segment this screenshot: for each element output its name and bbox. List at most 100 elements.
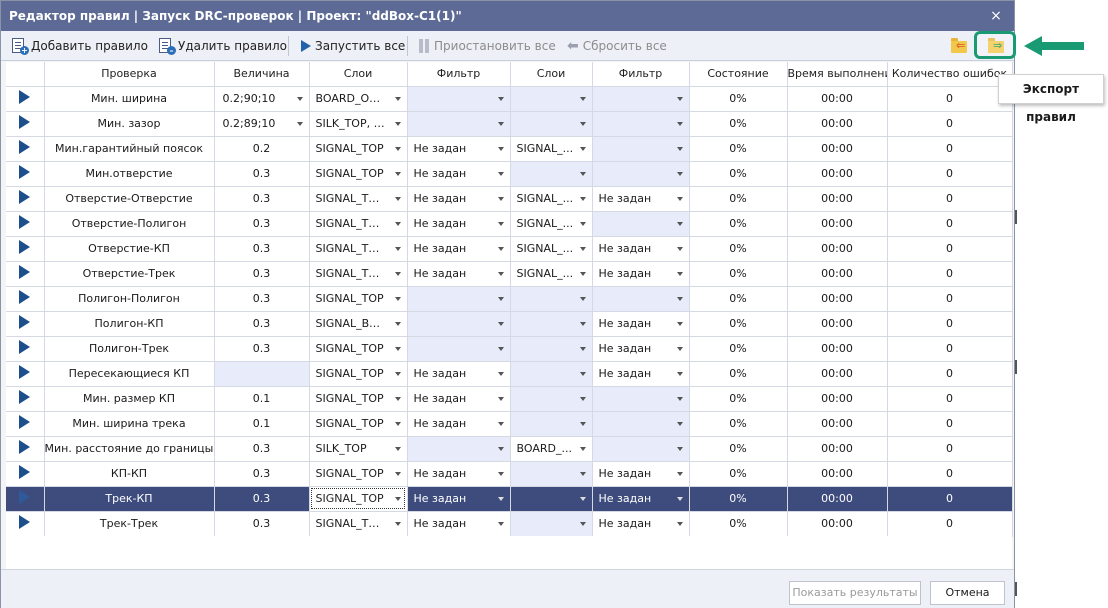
layers-dropdown[interactable]	[510, 286, 593, 312]
filter-dropdown[interactable]	[407, 86, 511, 112]
run-rule-cell[interactable]	[6, 186, 45, 212]
pause-all-button[interactable]: Приостановить все	[418, 36, 556, 56]
value-cell[interactable]: 0.3	[214, 511, 310, 537]
check-name-cell[interactable]: Пересекающиеся КП	[44, 361, 215, 387]
filter-dropdown[interactable]: Не задан	[407, 136, 511, 162]
value-cell[interactable]: 0.1	[214, 386, 310, 412]
chevron-down-icon[interactable]	[676, 471, 683, 476]
table-row[interactable]: Мин. ширина 0.2;90;10 BOARD_OUT... 0% 00:00 0	[6, 86, 1013, 112]
value-cell[interactable]: 0.3	[214, 161, 310, 187]
layers-dropdown[interactable]: SILK_TOP, S...	[309, 111, 408, 137]
chevron-down-icon[interactable]	[579, 171, 586, 176]
table-row[interactable]: Мин.гарантийный поясок 0.2 SIGNAL_TOP Не за…	[6, 136, 1013, 162]
header-filter-2[interactable]: Фильтр	[592, 62, 690, 87]
filter-dropdown[interactable]: Не задан	[592, 486, 690, 512]
chevron-down-icon[interactable]	[676, 221, 683, 226]
chevron-down-icon[interactable]	[579, 346, 586, 351]
chevron-down-icon[interactable]	[676, 496, 683, 501]
chevron-down-icon[interactable]	[676, 96, 683, 101]
chevron-down-icon[interactable]	[394, 371, 401, 376]
close-icon[interactable]: ×	[986, 1, 1006, 31]
filter-dropdown[interactable]	[592, 161, 690, 187]
layers-dropdown[interactable]: SIGNAL_BOT...	[309, 311, 408, 337]
run-rule-cell[interactable]	[6, 261, 45, 287]
filter-dropdown[interactable]: Не задан	[407, 161, 511, 187]
chevron-down-icon[interactable]	[676, 371, 683, 376]
run-rule-icon[interactable]	[19, 190, 31, 204]
table-row[interactable]: Мин. зазор 0.2;89;10 SILK_TOP, S... 0% 00:00…	[6, 111, 1013, 137]
value-cell[interactable]: 0.2;90;10	[214, 86, 310, 112]
header-layers-2[interactable]: Слои	[510, 62, 593, 87]
table-row[interactable]: Полигон-КП 0.3 SIGNAL_BOT... Не задан 0% 00:0…	[6, 311, 1013, 337]
filter-dropdown[interactable]	[592, 436, 690, 462]
filter-dropdown[interactable]	[592, 211, 690, 237]
chevron-down-icon[interactable]	[497, 421, 504, 426]
run-rule-icon[interactable]	[19, 290, 31, 304]
run-rule-icon[interactable]	[19, 415, 31, 429]
run-all-button[interactable]: Запустить все	[301, 36, 405, 56]
chevron-down-icon[interactable]	[394, 146, 401, 151]
chevron-down-icon[interactable]	[296, 96, 303, 101]
run-rule-cell[interactable]	[6, 211, 45, 237]
check-name-cell[interactable]: Мин. расстояние до границы...	[44, 436, 215, 462]
layers-dropdown[interactable]: SIGNAL_TOP	[309, 461, 408, 487]
chevron-down-icon[interactable]	[676, 446, 683, 451]
chevron-down-icon[interactable]	[497, 496, 504, 501]
table-row[interactable]: Пересекающиеся КП SIGNAL_TOP Не задан Не за…	[6, 361, 1013, 387]
check-name-cell[interactable]: Мин. ширина трека	[44, 411, 215, 437]
chevron-down-icon[interactable]	[394, 471, 401, 476]
filter-dropdown[interactable]: Не задан	[407, 411, 511, 437]
chevron-down-icon[interactable]	[497, 396, 504, 401]
value-cell[interactable]: 0.1	[214, 411, 310, 437]
chevron-down-icon[interactable]	[579, 146, 586, 151]
chevron-down-icon[interactable]	[579, 521, 586, 526]
chevron-down-icon[interactable]	[579, 96, 586, 101]
layers-dropdown[interactable]: SIGNAL_TOP...	[309, 186, 408, 212]
check-name-cell[interactable]: Мин. размер КП	[44, 386, 215, 412]
run-rule-cell[interactable]	[6, 361, 45, 387]
chevron-down-icon[interactable]	[579, 246, 586, 251]
table-row[interactable]: Отверстие-Отверстие 0.3 SIGNAL_TOP... Не за…	[6, 186, 1013, 212]
chevron-down-icon[interactable]	[394, 246, 401, 251]
run-rule-cell[interactable]	[6, 286, 45, 312]
layers-dropdown[interactable]: BOARD_...	[510, 436, 593, 462]
filter-dropdown[interactable]: Не задан	[592, 361, 690, 387]
value-cell[interactable]: 0.3	[214, 211, 310, 237]
filter-dropdown[interactable]	[592, 386, 690, 412]
layers-dropdown[interactable]: BOARD_OUT...	[309, 86, 408, 112]
run-rule-cell[interactable]	[6, 236, 45, 262]
check-name-cell[interactable]: Отверстие-КП	[44, 236, 215, 262]
run-rule-cell[interactable]	[6, 136, 45, 162]
table-row[interactable]: Мин. размер КП 0.1 SIGNAL_TOP Не задан 0% 00:…	[6, 386, 1013, 412]
run-rule-cell[interactable]	[6, 111, 45, 137]
header-filter-1[interactable]: Фильтр	[407, 62, 511, 87]
run-rule-icon[interactable]	[19, 215, 31, 229]
check-name-cell[interactable]: Полигон-Трек	[44, 336, 215, 362]
show-results-button[interactable]: Показать результаты	[789, 581, 921, 605]
chevron-down-icon[interactable]	[497, 96, 504, 101]
run-rule-icon[interactable]	[19, 440, 31, 454]
run-rule-icon[interactable]	[19, 315, 31, 329]
check-name-cell[interactable]: Полигон-КП	[44, 311, 215, 337]
chevron-down-icon[interactable]	[579, 421, 586, 426]
filter-dropdown[interactable]: Не задан	[592, 236, 690, 262]
chevron-down-icon[interactable]	[497, 471, 504, 476]
value-cell[interactable]: 0.3	[214, 461, 310, 487]
value-cell[interactable]	[214, 361, 310, 387]
check-name-cell[interactable]: Отверстие-Отверстие	[44, 186, 215, 212]
value-cell[interactable]: 0.3	[214, 286, 310, 312]
filter-dropdown[interactable]: Не задан	[407, 386, 511, 412]
chevron-down-icon[interactable]	[676, 296, 683, 301]
filter-dropdown[interactable]: Не задан	[407, 361, 511, 387]
filter-dropdown[interactable]: Не задан	[407, 261, 511, 287]
value-cell[interactable]: 0.2	[214, 136, 310, 162]
check-name-cell[interactable]: Трек-КП	[44, 486, 215, 512]
filter-dropdown[interactable]	[592, 86, 690, 112]
chevron-down-icon[interactable]	[394, 296, 401, 301]
chevron-down-icon[interactable]	[394, 346, 401, 351]
chevron-down-icon[interactable]	[676, 121, 683, 126]
chevron-down-icon[interactable]	[394, 271, 401, 276]
layers-dropdown[interactable]: SIGNAL_TOP...	[309, 236, 408, 262]
chevron-down-icon[interactable]	[394, 421, 401, 426]
chevron-down-icon[interactable]	[676, 171, 683, 176]
